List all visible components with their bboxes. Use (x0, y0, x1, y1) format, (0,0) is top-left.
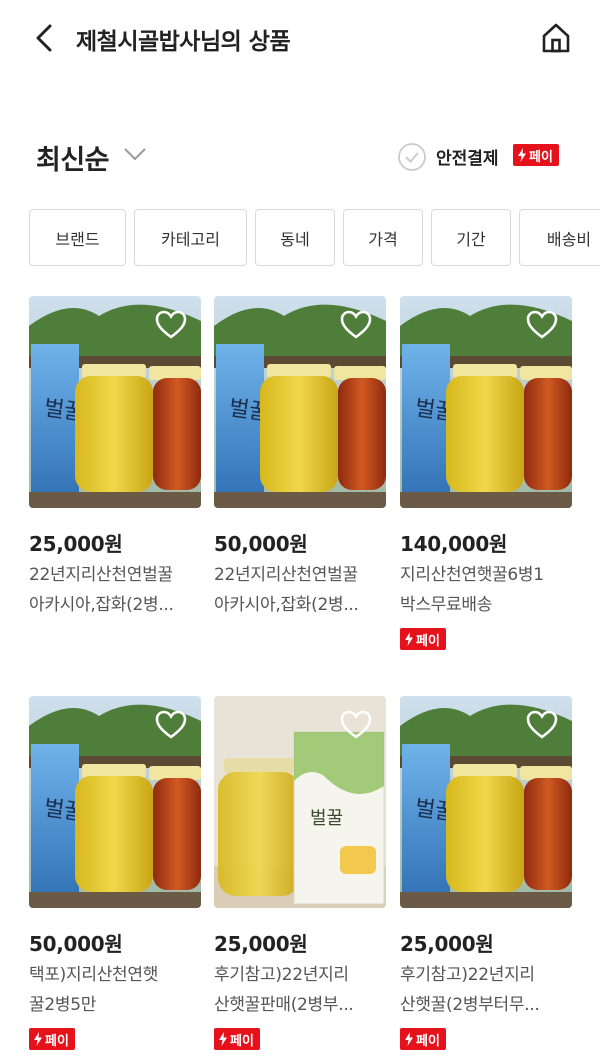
product-image[interactable]: 벌꿀 (29, 696, 201, 908)
home-button[interactable] (538, 20, 574, 56)
lightning-icon (405, 1032, 413, 1046)
filter-chip-period[interactable]: 기간 (431, 209, 511, 266)
page-title: 제철시골밥사님의 상품 (76, 29, 291, 55)
filter-chip-price[interactable]: 가격 (343, 209, 423, 266)
heart-icon[interactable] (526, 710, 558, 740)
filter-chip-label: 가격 (368, 229, 398, 249)
sort-bar: 최신순 안전결제 페이 (0, 130, 600, 182)
product-image[interactable]: 벌꿀 (214, 696, 386, 908)
home-icon (542, 23, 570, 53)
product-price: 140,000원 (400, 532, 508, 556)
pay-badge: 페이 (400, 628, 446, 650)
filter-chip-brand[interactable]: 브랜드 (29, 209, 126, 266)
safe-payment-label[interactable]: 안전결제 (436, 144, 499, 169)
filter-chip-neighborhood[interactable]: 동네 (255, 209, 335, 266)
product-image[interactable]: 벌꿀 (214, 296, 386, 508)
product-price: 50,000원 (29, 932, 123, 956)
product-name: 22년지리산천연벌꿀 아카시아,잡화(2병... (29, 565, 174, 615)
sort-dropdown-label[interactable]: 최신순 (36, 138, 110, 177)
heart-icon[interactable] (340, 310, 372, 340)
product-price: 50,000원 (214, 532, 308, 556)
pay-badge-label: 페이 (416, 633, 440, 649)
pay-badge: 페이 (513, 144, 559, 166)
product-name: 후기참고)22년지리 산햇꿀(2병부터무... (400, 965, 540, 1015)
pay-badge-label: 페이 (45, 1033, 69, 1049)
product-price: 25,000원 (400, 932, 494, 956)
product-price: 25,000원 (214, 932, 308, 956)
product-image[interactable]: 벌꿀 (400, 696, 572, 908)
box-label: 벌꿀 (310, 808, 343, 829)
product-name: 22년지리산천연벌꿀 아카시아,잡화(2병... (214, 565, 359, 615)
lightning-icon (518, 148, 526, 162)
filter-chip-label: 기간 (456, 229, 486, 249)
heart-icon[interactable] (155, 310, 187, 340)
filter-chip-label: 카테고리 (161, 229, 220, 249)
product-name: 지리산천연햇꿀6병1 박스무료배송 (400, 565, 544, 615)
filter-chip-label: 배송비 (546, 229, 592, 249)
product-price: 25,000원 (29, 532, 123, 556)
safe-payment-check-icon[interactable] (397, 142, 427, 172)
heart-icon[interactable] (526, 310, 558, 340)
pay-badge-label: 페이 (529, 149, 553, 165)
filter-chip-bar: 브랜드 카테고리 동네 가격 기간 배송비 (0, 208, 600, 268)
chevron-down-icon[interactable] (122, 144, 148, 164)
product-name: 후기참고)22년지리 산햇꿀판매(2병부... (214, 965, 354, 1015)
top-bar: 제철시골밥사님의 상품 (0, 0, 600, 76)
chevron-left-icon (36, 24, 52, 52)
heart-icon[interactable] (340, 710, 372, 740)
pay-badge-label: 페이 (230, 1033, 254, 1049)
pay-badge: 페이 (29, 1028, 75, 1050)
pay-badge: 페이 (400, 1028, 446, 1050)
pay-badge-label: 페이 (416, 1033, 440, 1049)
lightning-icon (219, 1032, 227, 1046)
heart-icon[interactable] (155, 710, 187, 740)
back-button[interactable] (28, 20, 64, 56)
filter-chip-category[interactable]: 카테고리 (134, 209, 247, 266)
product-name: 택포)지리산천연햇 꿀2병5만 (29, 965, 159, 1015)
lightning-icon (405, 632, 413, 646)
lightning-icon (34, 1032, 42, 1046)
product-image[interactable]: 벌꿀 (400, 296, 572, 508)
filter-chip-shipping-fee[interactable]: 배송비 (519, 209, 600, 266)
filter-chip-label: 동네 (280, 229, 310, 249)
pay-badge: 페이 (214, 1028, 260, 1050)
filter-chip-label: 브랜드 (55, 229, 100, 249)
product-image[interactable]: 벌꿀 (29, 296, 201, 508)
